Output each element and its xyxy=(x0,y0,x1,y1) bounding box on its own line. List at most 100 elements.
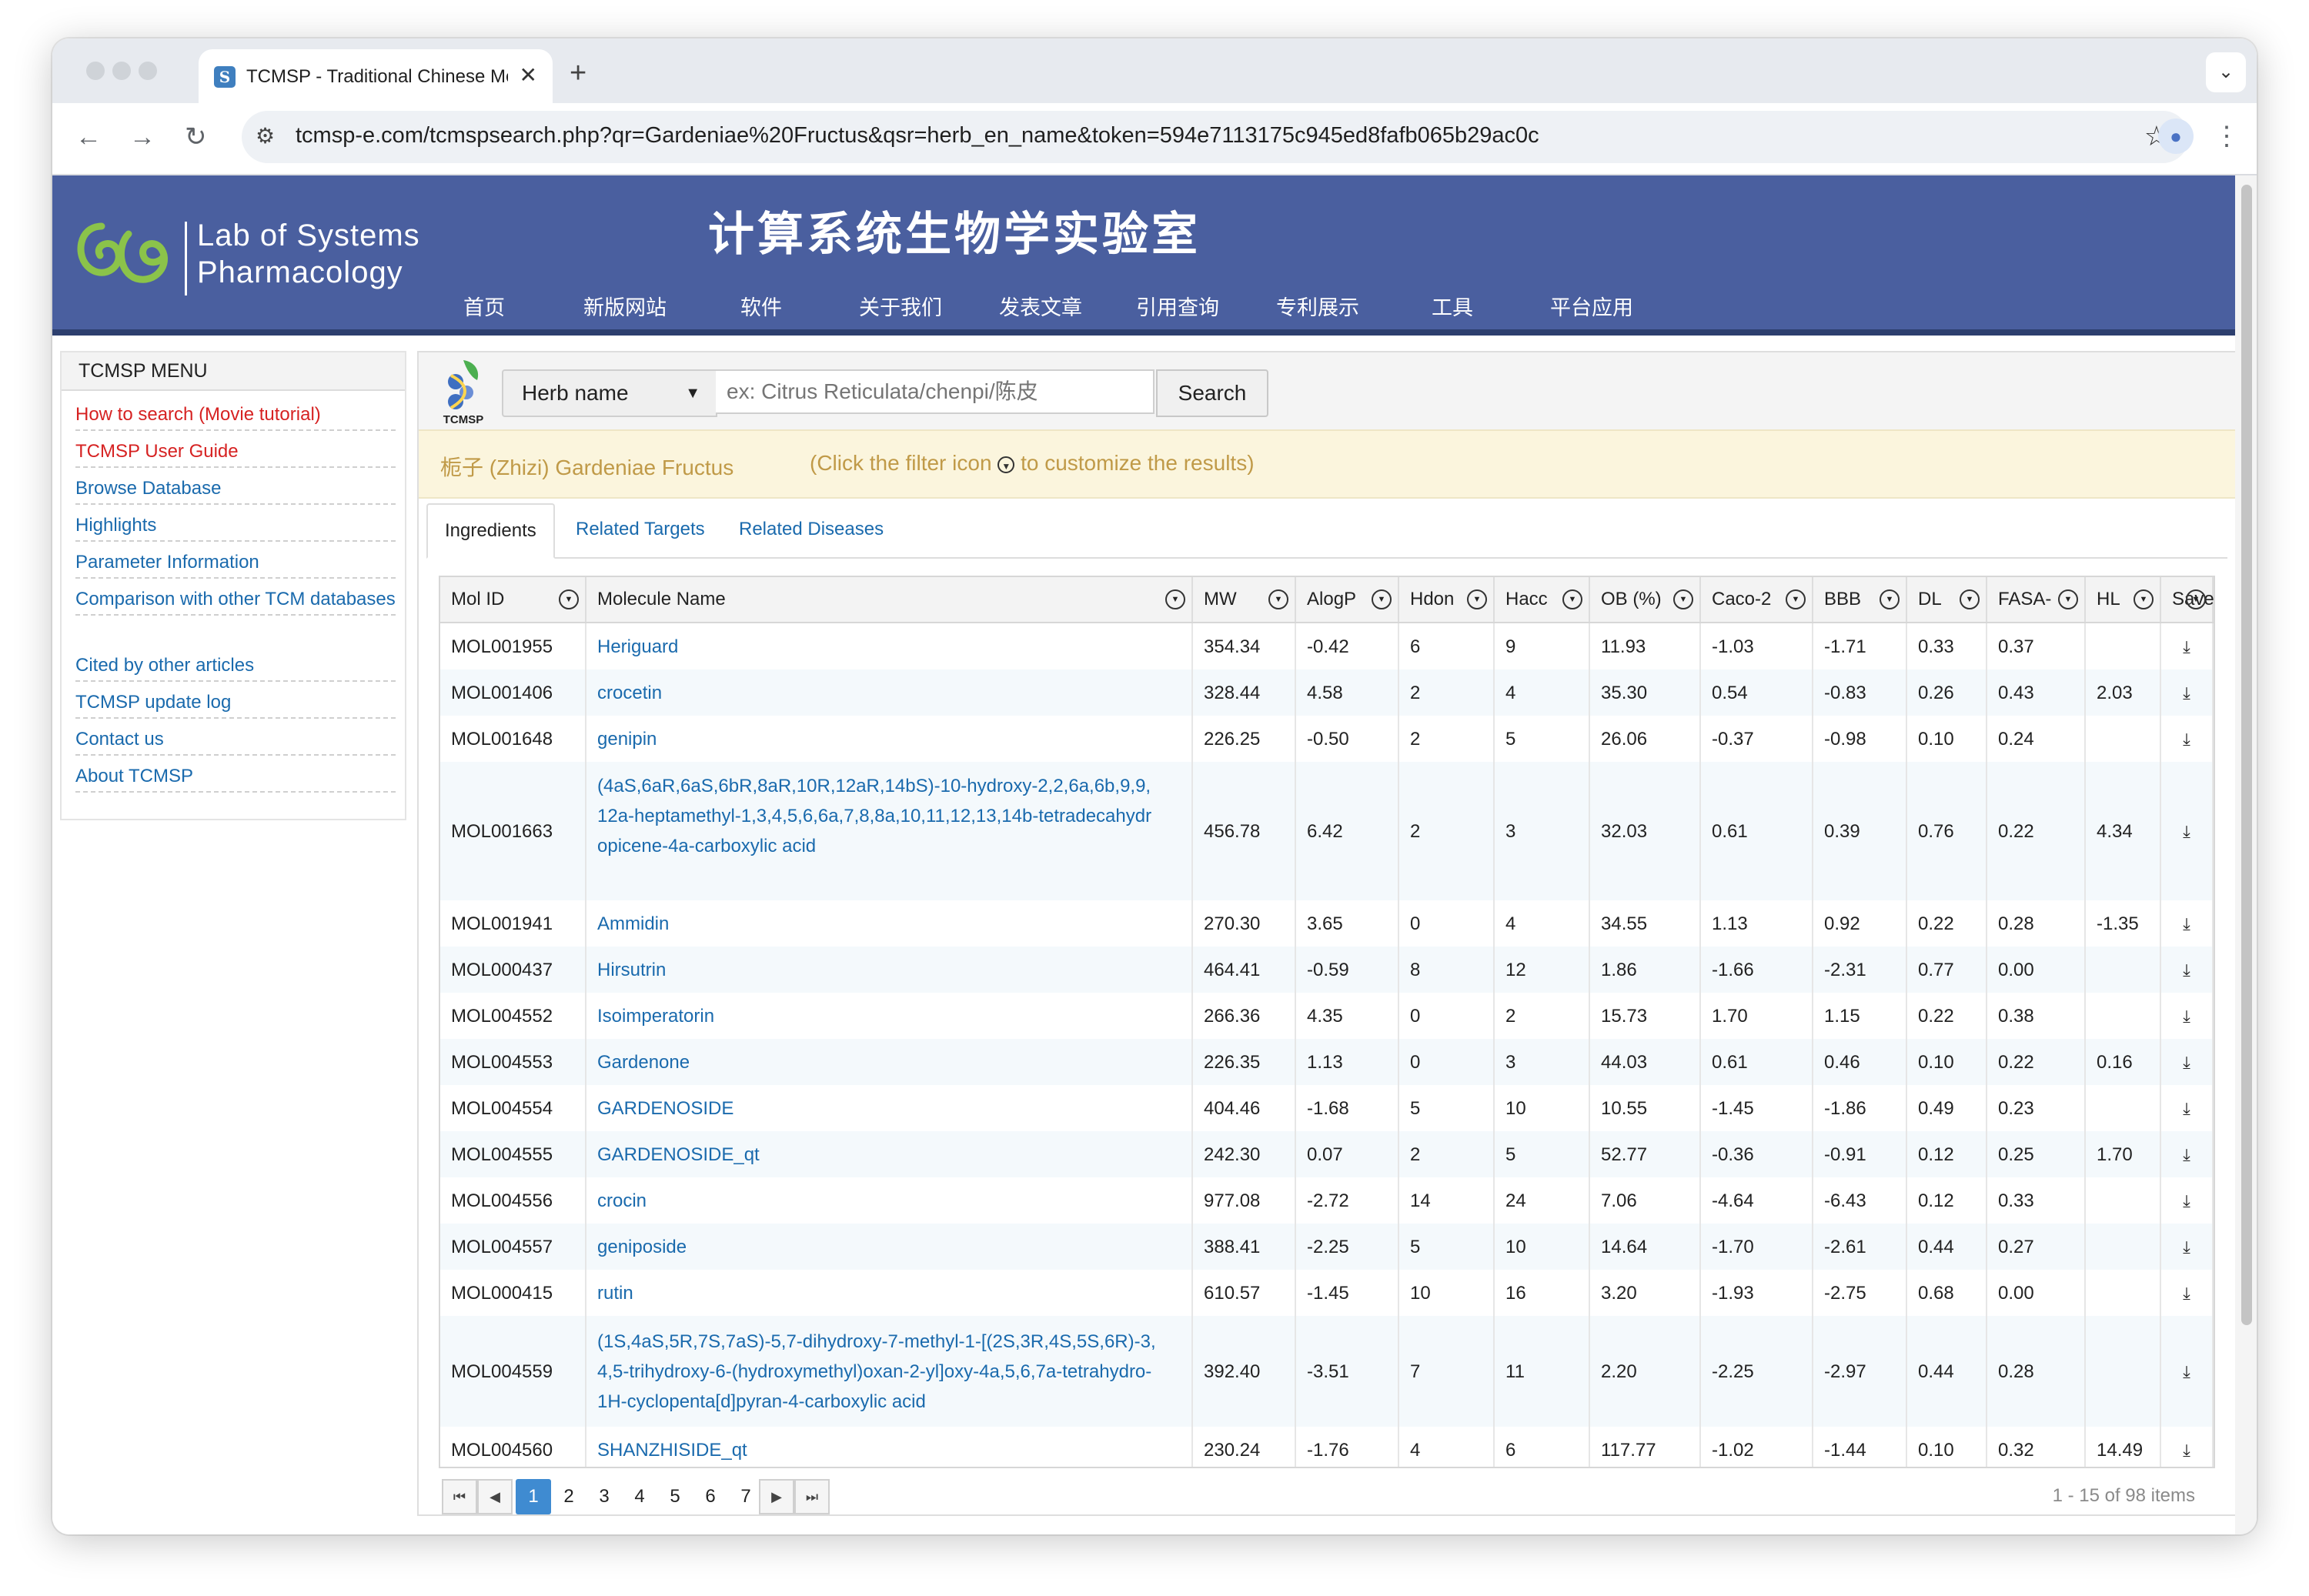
tab-ingredients[interactable]: Ingredients xyxy=(426,503,555,559)
tab-related-targets[interactable]: Related Targets xyxy=(576,503,705,556)
nav-software[interactable]: 软件 xyxy=(740,291,782,321)
page-number[interactable]: 1 xyxy=(516,1479,551,1514)
save-download-icon[interactable]: ⤓ xyxy=(2161,1270,2214,1316)
address-bar[interactable]: ⚙ tcmsp-e.com/tcmspsearch.php?qr=Gardeni… xyxy=(242,111,2189,163)
filter-icon[interactable]: ▼ xyxy=(2058,589,2078,609)
nav-tools[interactable]: 工具 xyxy=(1432,291,1473,321)
molecule-name-link[interactable]: (4aS,6aR,6aS,6bR,8aR,10R,12aR,14bS)-10-h… xyxy=(586,762,1193,900)
close-window-dot[interactable] xyxy=(86,62,105,80)
filter-icon[interactable]: ▼ xyxy=(1467,589,1487,609)
filter-icon[interactable]: ▼ xyxy=(1165,589,1185,609)
table-row[interactable]: MOL004555 GARDENOSIDE_qt 242.30 0.07 2 5 52.77… xyxy=(440,1131,2214,1177)
molecule-name-link[interactable]: SHANZHISIDE_qt xyxy=(586,1427,1193,1467)
molecule-name-link[interactable]: Hirsutrin xyxy=(586,947,1193,993)
sidebar-item-parameter-information[interactable]: Parameter Information xyxy=(75,548,396,579)
page-number[interactable]: 2 xyxy=(551,1479,586,1514)
filter-icon[interactable]: ▼ xyxy=(1372,589,1392,609)
tab-search-icon[interactable]: ⌄ xyxy=(2206,52,2246,92)
column-header-hacc[interactable]: Hacc ▼ xyxy=(1495,577,1590,622)
forward-icon[interactable]: → xyxy=(129,122,155,152)
new-tab-icon[interactable]: + xyxy=(570,58,586,88)
save-download-icon[interactable]: ⤓ xyxy=(2161,1131,2214,1177)
nav-patents[interactable]: 专利展示 xyxy=(1276,291,1359,321)
back-icon[interactable]: ← xyxy=(75,122,102,152)
sidebar-item-cited-by[interactable]: Cited by other articles xyxy=(75,651,396,682)
save-download-icon[interactable]: ⤓ xyxy=(2161,947,2214,993)
filter-icon[interactable]: ▼ xyxy=(1786,589,1806,609)
table-row[interactable]: MOL001663 (4aS,6aR,6aS,6bR,8aR,10R,12aR,1… xyxy=(440,762,2214,900)
table-row[interactable]: MOL001406 crocetin 328.44 4.58 2 4 35.30 0.54 -0… xyxy=(440,669,2214,716)
molecule-name-link[interactable]: GARDENOSIDE_qt xyxy=(586,1131,1193,1177)
table-row[interactable]: MOL004556 crocin 977.08 -2.72 14 24 7.06 -4.64-… xyxy=(440,1177,2214,1224)
filter-icon[interactable]: ▼ xyxy=(1880,589,1900,609)
table-row[interactable]: MOL004559 (1S,4aS,5R,7S,7aS)-5,7-dihydrox… xyxy=(440,1316,2214,1427)
column-header-ob[interactable]: OB (%) ▼ xyxy=(1590,577,1701,622)
filter-icon[interactable]: ▼ xyxy=(559,589,579,609)
table-row[interactable]: MOL001941 Ammidin 270.30 3.65 0 4 34.55 1.13 0.9… xyxy=(440,900,2214,947)
nav-new-site[interactable]: 新版网站 xyxy=(583,291,667,321)
molecule-name-link[interactable]: Heriguard xyxy=(586,623,1193,669)
column-header-bbb[interactable]: BBB ▼ xyxy=(1813,577,1907,622)
search-input[interactable] xyxy=(716,369,1154,414)
profile-avatar-icon[interactable]: ● xyxy=(2158,119,2194,154)
filter-icon[interactable]: ▼ xyxy=(1960,589,1980,609)
molecule-name-link[interactable]: crocin xyxy=(586,1177,1193,1224)
nav-citations[interactable]: 引用查询 xyxy=(1136,291,1219,321)
page-number[interactable]: 3 xyxy=(586,1479,622,1514)
browser-tab[interactable]: S TCMSP - Traditional Chinese Medicine ✕ xyxy=(199,49,553,103)
zoom-window-dot[interactable] xyxy=(139,62,157,80)
table-row[interactable]: MOL004553 Gardenone 226.35 1.13 0 3 44.03 0.61 0… xyxy=(440,1039,2214,1085)
column-header-fasa[interactable]: FASA- ▼ xyxy=(1987,577,2086,622)
page-number[interactable]: 4 xyxy=(622,1479,657,1514)
column-header-alogp[interactable]: AlogP ▼ xyxy=(1296,577,1399,622)
save-download-icon[interactable]: ⤓ xyxy=(2161,669,2214,716)
tab-related-diseases[interactable]: Related Diseases xyxy=(739,503,884,556)
first-page-icon[interactable]: ⏮ xyxy=(442,1479,477,1514)
page-number[interactable]: 5 xyxy=(657,1479,693,1514)
table-row[interactable]: MOL004554 GARDENOSIDE 404.46 -1.68 5 10 10.55-… xyxy=(440,1085,2214,1131)
sidebar-item-about[interactable]: About TCMSP xyxy=(75,762,396,793)
column-header-mol-id[interactable]: Mol ID ▼ xyxy=(440,577,586,622)
save-download-icon[interactable]: ⤓ xyxy=(2161,900,2214,947)
sidebar-item-contact-us[interactable]: Contact us xyxy=(75,725,396,756)
filter-icon[interactable]: ▼ xyxy=(1562,589,1582,609)
molecule-name-link[interactable]: Gardenone xyxy=(586,1039,1193,1085)
minimize-window-dot[interactable] xyxy=(112,62,131,80)
molecule-name-link[interactable]: geniposide xyxy=(586,1224,1193,1270)
table-row[interactable]: MOL000437 Hirsutrin 464.41 -0.59 8 12 1.86 -1.6… xyxy=(440,947,2214,993)
prev-page-icon[interactable]: ◀ xyxy=(477,1479,513,1514)
search-button[interactable]: Search xyxy=(1156,369,1268,417)
nav-publications[interactable]: 发表文章 xyxy=(999,291,1082,321)
sidebar-item-comparison[interactable]: Comparison with other TCM databases xyxy=(75,585,396,616)
filter-icon[interactable]: ▼ xyxy=(2134,589,2154,609)
column-header-hl[interactable]: HL ▼ xyxy=(2086,577,2161,622)
save-download-icon[interactable]: ⤓ xyxy=(2161,1224,2214,1270)
sidebar-item-highlights[interactable]: Highlights xyxy=(75,511,396,542)
molecule-name-link[interactable]: genipin xyxy=(586,716,1193,762)
save-download-icon[interactable]: ⤓ xyxy=(2161,1177,2214,1224)
more-menu-icon[interactable]: ⋮ xyxy=(2214,119,2240,154)
table-row[interactable]: MOL001955 Heriguard 354.34 -0.42 6 9 11.93 -1.0… xyxy=(440,623,2214,669)
close-icon[interactable]: ✕ xyxy=(520,62,537,88)
save-download-icon[interactable]: ⤓ xyxy=(2161,1085,2214,1131)
table-row[interactable]: MOL000415 rutin 610.57 -1.45 10 16 3.20 -1.93 -2… xyxy=(440,1270,2214,1316)
sidebar-item-browse-database[interactable]: Browse Database xyxy=(75,474,396,505)
scrollbar-thumb[interactable] xyxy=(2241,185,2252,1325)
url-text[interactable]: tcmsp-e.com/tcmspsearch.php?qr=Gardeniae… xyxy=(296,123,1539,149)
column-header-molecule-name[interactable]: Molecule Name ▼ xyxy=(586,577,1193,622)
site-settings-icon[interactable]: ⚙ xyxy=(256,123,275,149)
column-header-save[interactable]: Save ▼ xyxy=(2161,577,2214,622)
last-page-icon[interactable]: ⏭ xyxy=(794,1479,830,1514)
table-row[interactable]: MOL004560 SHANZHISIDE_qt 230.24 -1.76 4 6 117.… xyxy=(440,1427,2214,1467)
column-header-caco2[interactable]: Caco-2 ▼ xyxy=(1701,577,1813,622)
table-row[interactable]: MOL001648 genipin 226.25 -0.50 2 5 26.06 -0.37-… xyxy=(440,716,2214,762)
column-header-hdon[interactable]: Hdon ▼ xyxy=(1399,577,1495,622)
molecule-name-link[interactable]: Ammidin xyxy=(586,900,1193,947)
save-download-icon[interactable]: ⤓ xyxy=(2161,993,2214,1039)
save-download-icon[interactable]: ⤓ xyxy=(2161,1316,2214,1427)
filter-icon[interactable]: ▼ xyxy=(1673,589,1693,609)
nav-about-us[interactable]: 关于我们 xyxy=(859,291,942,321)
molecule-name-link[interactable]: GARDENOSIDE xyxy=(586,1085,1193,1131)
save-download-icon[interactable]: ⤓ xyxy=(2161,1427,2214,1467)
page-scrollbar[interactable] xyxy=(2235,175,2257,1534)
